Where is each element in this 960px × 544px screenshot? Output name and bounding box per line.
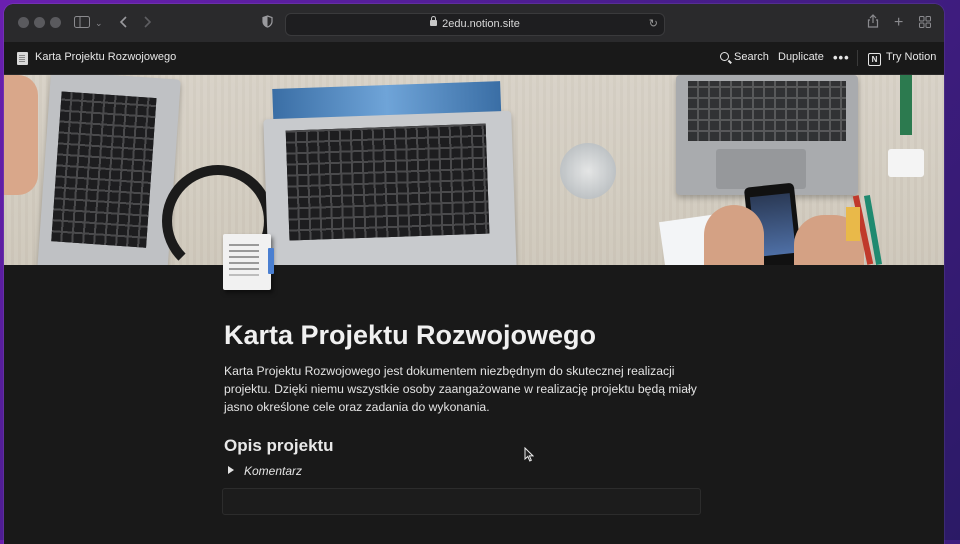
more-options-icon[interactable]: ••• — [833, 50, 850, 65]
address-bar[interactable]: 2edu.notion.site ↻ — [285, 13, 665, 36]
sidebar-toggle-icon[interactable] — [74, 14, 90, 32]
search-label: Search — [734, 51, 769, 63]
divider — [857, 50, 858, 66]
mouse-cursor-icon — [524, 446, 535, 467]
page-title[interactable]: Karta Projektu Rozwojowego — [224, 320, 596, 351]
toggle-triangle-icon[interactable] — [228, 466, 234, 474]
back-arrow-icon[interactable] — [119, 14, 127, 32]
empty-block[interactable] — [222, 488, 701, 515]
share-icon[interactable] — [867, 14, 879, 32]
search-button[interactable]: Search — [720, 51, 769, 63]
privacy-shield-icon[interactable] — [262, 14, 273, 32]
search-icon — [720, 52, 729, 61]
toggle-block[interactable]: Komentarz — [228, 464, 302, 478]
reload-icon[interactable]: ↻ — [649, 14, 658, 35]
lock-icon — [430, 16, 438, 26]
laptop-image — [263, 81, 517, 265]
page-document-icon — [17, 52, 28, 65]
try-notion-label: Try Notion — [886, 51, 937, 63]
laptop-image — [676, 75, 858, 195]
notion-topbar: Karta Projektu Rozwojowego Search Duplic… — [4, 42, 944, 75]
zoom-window-button[interactable] — [50, 17, 61, 28]
page-icon[interactable] — [223, 234, 274, 290]
toggle-label: Komentarz — [244, 464, 303, 478]
duplicate-button[interactable]: Duplicate — [778, 51, 824, 63]
new-tab-icon[interactable]: + — [894, 14, 903, 32]
minimize-window-button[interactable] — [34, 17, 45, 28]
cover-image — [4, 75, 944, 265]
forward-arrow-icon[interactable] — [144, 14, 152, 32]
notion-logo-icon: N — [868, 53, 881, 66]
url-text: 2edu.notion.site — [442, 18, 520, 30]
laptop-image — [37, 75, 181, 265]
intro-paragraph[interactable]: Karta Projektu Rozwojowego jest dokument… — [224, 362, 714, 416]
try-notion-button[interactable]: N Try Notion — [868, 51, 936, 66]
glass-image — [560, 143, 616, 199]
browser-toolbar: ⌄ 2edu.notion.site ↻ + — [4, 4, 944, 43]
browser-window: ⌄ 2edu.notion.site ↻ + Karta Projektu Ro… — [4, 4, 944, 544]
section-heading[interactable]: Opis projektu — [224, 436, 334, 456]
chevron-down-icon[interactable]: ⌄ — [95, 14, 103, 32]
tab-overview-icon[interactable] — [919, 14, 931, 32]
close-window-button[interactable] — [18, 17, 29, 28]
breadcrumb[interactable]: Karta Projektu Rozwojowego — [35, 51, 176, 63]
